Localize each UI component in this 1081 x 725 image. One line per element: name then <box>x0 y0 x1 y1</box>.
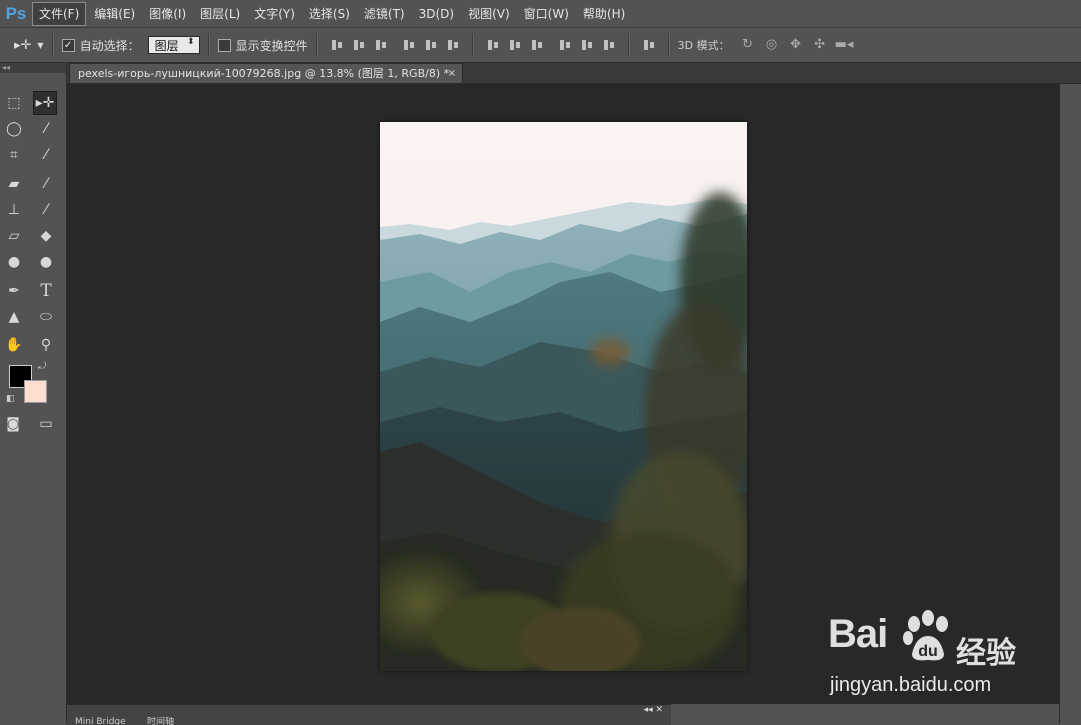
align-left-icon[interactable] <box>402 38 416 52</box>
menu-view[interactable]: 视图(V) <box>462 3 516 25</box>
distribute-vcenter-icon[interactable] <box>508 38 522 52</box>
document-image[interactable] <box>380 122 747 671</box>
divider <box>207 34 210 56</box>
eraser-icon[interactable]: ▱ <box>3 225 25 247</box>
menu-bar: Ps 文件(F) 编辑(E) 图像(I) 图层(L) 文字(Y) 选择(S) 滤… <box>0 0 1081 28</box>
auto-select-label: 自动选择： <box>79 38 140 53</box>
align-top-icon[interactable] <box>330 38 344 52</box>
hand-icon[interactable]: ✋ <box>3 334 25 356</box>
bottom-panel: ◂◂ ✕ Mini Bridge 时间轴 <box>67 704 671 725</box>
baidu-paw-icon: du <box>903 610 948 661</box>
close-icon[interactable]: × <box>448 64 456 83</box>
3d-pan-icon[interactable]: ✥ <box>787 38 805 52</box>
3d-slide-icon[interactable]: ✣ <box>811 38 829 52</box>
background-color-swatch[interactable] <box>24 380 47 403</box>
healing-brush-icon[interactable]: ▰ <box>3 173 25 195</box>
menu-image[interactable]: 图像(I) <box>143 3 192 25</box>
align-group <box>326 38 464 52</box>
history-brush-icon[interactable]: ⁄ <box>35 199 57 221</box>
brush-icon[interactable]: ⁄ <box>35 173 57 195</box>
document-tab-bar: pexels-игорь-лушницкий-10079268.jpg @ 13… <box>67 63 1081 84</box>
right-panel-dock <box>1059 84 1081 724</box>
auto-align-group <box>638 38 660 52</box>
3d-rotate-icon[interactable]: ↻ <box>739 38 757 52</box>
show-transform-option[interactable]: 显示变换控件 <box>217 37 308 54</box>
type-icon[interactable]: T <box>35 280 57 302</box>
quick-selection-icon[interactable]: ⁄ <box>35 118 57 140</box>
baidu-jingyan-watermark: Bai du 经验 jingyan.baidu.com <box>828 610 1058 700</box>
auto-align-layers-icon[interactable] <box>642 38 656 52</box>
svg-text:du: du <box>918 643 938 660</box>
mountain-photo <box>380 122 747 671</box>
auto-select-value: 图层 <box>154 38 179 53</box>
document-title: pexels-игорь-лушницкий-10079268.jpg @ 13… <box>78 67 450 80</box>
3d-camera-icon[interactable]: ▬◂ <box>835 38 854 52</box>
document-tab[interactable]: pexels-игорь-лушницкий-10079268.jpg @ 13… <box>69 63 463 83</box>
3d-roll-icon[interactable]: ◎ <box>763 38 781 52</box>
panel-collapse-bar[interactable]: ◂◂ <box>0 63 66 73</box>
eyedropper-icon[interactable]: ⁄ <box>35 144 57 166</box>
align-vcenter-icon[interactable] <box>352 38 366 52</box>
dodge-icon[interactable]: ● <box>35 251 57 273</box>
align-bottom-icon[interactable] <box>374 38 388 52</box>
menu-edit[interactable]: 编辑(E) <box>88 3 141 25</box>
watermark-product: 经验 <box>956 636 1016 671</box>
distribute-left-icon[interactable] <box>558 38 572 52</box>
default-colors-icon[interactable]: ◧ <box>6 394 15 404</box>
show-transform-label: 显示变换控件 <box>235 38 308 53</box>
auto-select-option[interactable]: ✓ 自动选择： <box>61 37 140 54</box>
align-hcenter-icon[interactable] <box>424 38 438 52</box>
paint-bucket-icon[interactable]: ◆ <box>35 225 57 247</box>
watermark-brand: Bai <box>828 612 888 656</box>
3d-mode-group: 3D 模式： ↻ ◎ ✥ ✣ ▬◂ <box>678 37 856 53</box>
show-transform-checkbox[interactable] <box>217 38 231 52</box>
crop-icon[interactable]: ⌗ <box>3 144 25 166</box>
distribute-bottom-icon[interactable] <box>530 38 544 52</box>
menu-window[interactable]: 窗口(W) <box>518 3 575 25</box>
options-bar: ▸✛ ▼ ✓ 自动选择： 图层 ⬍ 显示变换控件 3D 模式： ↻ ◎ ✥ ✣ … <box>0 28 1081 63</box>
lasso-icon[interactable]: ◯ <box>3 118 25 140</box>
distribute-right-icon[interactable] <box>602 38 616 52</box>
3d-mode-label: 3D 模式： <box>677 39 730 52</box>
clone-stamp-icon[interactable]: ⊥ <box>3 199 25 221</box>
auto-select-dropdown[interactable]: 图层 ⬍ <box>147 36 200 54</box>
menu-layer[interactable]: 图层(L) <box>194 3 246 25</box>
divider <box>667 34 670 56</box>
panel-controls[interactable]: ◂◂ ✕ <box>644 705 663 715</box>
path-selection-icon[interactable]: ▲ <box>3 306 25 328</box>
distribute-group <box>482 38 620 52</box>
menu-filter[interactable]: 滤镜(T) <box>358 3 411 25</box>
quick-mask-icon[interactable]: ◙ <box>2 413 24 435</box>
blur-icon[interactable]: ● <box>3 251 25 273</box>
divider <box>51 34 54 56</box>
divider <box>471 34 474 56</box>
menu-file[interactable]: 文件(F) <box>32 1 87 26</box>
pen-icon[interactable]: ✒ <box>3 280 25 302</box>
watermark-url: jingyan.baidu.com <box>830 674 992 696</box>
move-arrow-icon: ▸✛ <box>14 37 32 53</box>
divider <box>315 34 318 56</box>
screen-mode-icon[interactable]: ▭ <box>35 413 57 435</box>
rectangular-marquee-icon[interactable]: ⬚ <box>3 92 25 114</box>
tool-preset-picker[interactable]: ▸✛ ▼ <box>14 38 44 53</box>
dropdown-arrow-icon: ⬍ <box>187 37 195 47</box>
menu-3d[interactable]: 3D(D) <box>413 3 460 25</box>
menu-type[interactable]: 文字(Y) <box>248 3 301 25</box>
photoshop-logo: Ps <box>5 3 27 23</box>
zoom-icon[interactable]: ⚲ <box>35 334 57 356</box>
auto-select-checkbox[interactable]: ✓ <box>61 38 75 52</box>
chevron-down-icon: ▼ <box>37 40 44 50</box>
menu-help[interactable]: 帮助(H) <box>577 3 631 25</box>
distribute-top-icon[interactable] <box>486 38 500 52</box>
tools-panel: ◂◂ ⬚ ▸✛ ◯ ⁄ ⌗ ⁄ ▰ ⁄ ⊥ ⁄ ▱ ◆ ● ● ✒ T ▲ ⬭ … <box>0 63 67 724</box>
distribute-hcenter-icon[interactable] <box>580 38 594 52</box>
divider <box>627 34 630 56</box>
swap-colors-icon[interactable]: ⤾ <box>38 361 46 372</box>
move-tool-icon[interactable]: ▸✛ <box>33 91 57 115</box>
ellipse-icon[interactable]: ⬭ <box>35 306 57 328</box>
menu-select[interactable]: 选择(S) <box>303 3 356 25</box>
align-right-icon[interactable] <box>446 38 460 52</box>
